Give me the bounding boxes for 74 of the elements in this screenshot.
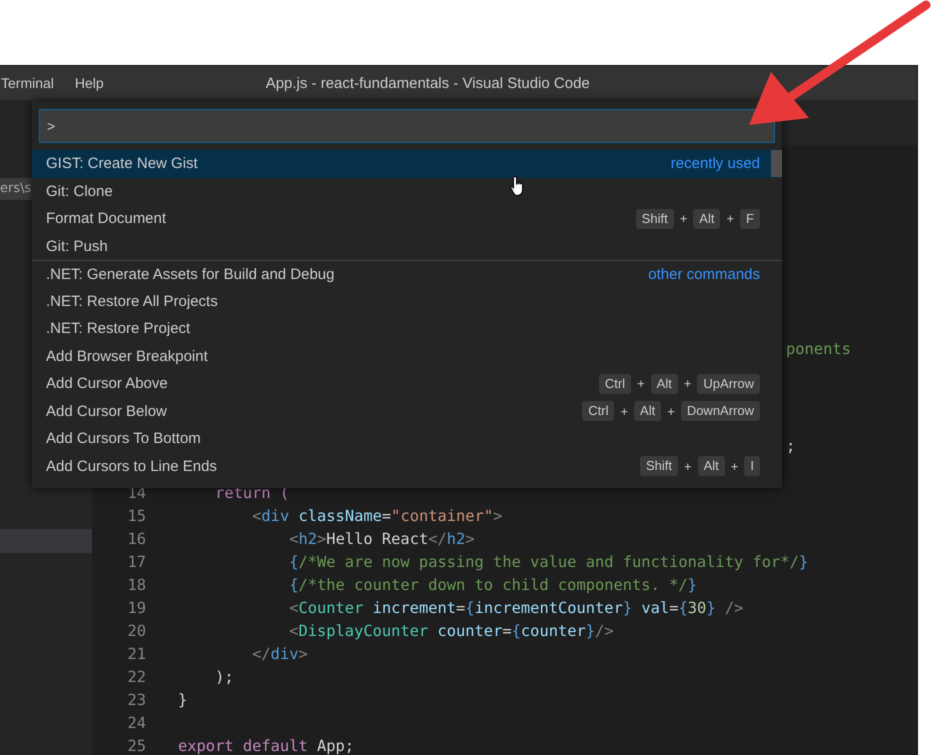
key-badge: Alt	[650, 374, 678, 394]
key-badge: Ctrl	[582, 401, 614, 422]
code-line: {/*We are now passing the value and functionality for*/}	[288, 552, 808, 573]
code-line: );	[214, 667, 234, 688]
line-number: 17	[126, 552, 147, 573]
window-title: App.js - react-fundamentals - Visual Studio Code	[266, 74, 590, 92]
hand-cursor-icon	[510, 175, 526, 197]
command-label: Add Cursor Above	[46, 375, 168, 392]
plus-sign: +	[726, 211, 734, 226]
code-line: }	[178, 690, 188, 711]
key-badge: Shift	[640, 456, 678, 476]
line-number: 23	[126, 690, 147, 711]
command-label: Format Document	[46, 210, 166, 228]
menu-item[interactable]: Terminal	[0, 75, 64, 91]
line-number: 15	[126, 506, 147, 527]
command-label: Add Cursors To Bottom	[46, 430, 201, 448]
code-line: <div className="container">	[251, 506, 502, 527]
code-line: <Counter increment={incrementCounter} val={30} />	[288, 598, 744, 619]
group-label: recently used	[670, 155, 760, 172]
command-label: .NET: Restore Project	[46, 320, 190, 338]
code-line: {/*the counter down to child components. */}	[288, 575, 697, 596]
key-badge: DownArrow	[680, 401, 760, 422]
line-number: 22	[126, 667, 147, 688]
plus-sign: +	[730, 458, 738, 474]
key-badge: I	[744, 456, 760, 476]
command-item[interactable]: GIST: Create New Gist recently used	[32, 150, 782, 178]
command-label: Git: Clone	[46, 182, 113, 200]
command-item[interactable]: .NET: Restore Project	[32, 315, 782, 342]
command-label: Add Cursor Below	[46, 402, 167, 420]
code-line: export default App;	[178, 736, 354, 755]
plus-sign: +	[680, 211, 688, 226]
scrollbar-thumb[interactable]	[771, 150, 782, 177]
command-item[interactable]: Add Cursor Below Ctrl + Alt + DownArrow	[32, 398, 782, 425]
key-badge: Shift	[636, 208, 674, 229]
command-label: .NET: Restore All Projects	[46, 292, 218, 310]
line-number: 16	[126, 529, 147, 550]
line-number: 21	[126, 644, 147, 665]
plus-sign: +	[684, 376, 692, 392]
line-number: 19	[126, 598, 147, 619]
plus-sign: +	[684, 458, 692, 474]
key-badge: Ctrl	[598, 374, 632, 394]
command-item[interactable]: Git: Push	[32, 232, 782, 260]
code-fragment: ponents	[786, 340, 851, 358]
menu-item[interactable]: Help	[74, 75, 114, 91]
code-fragment: ;	[786, 437, 796, 455]
command-label: .NET: Generate Assets for Build and Debug	[46, 266, 334, 283]
group-label: other commands	[648, 266, 760, 283]
plus-sign: +	[637, 376, 645, 392]
key-badge: Alt	[698, 456, 725, 476]
plus-sign: +	[620, 404, 628, 419]
line-number: 20	[126, 621, 147, 642]
command-item[interactable]: .NET: Restore All Projects	[32, 288, 782, 315]
code-line: <DisplayCounter counter={counter}/>	[288, 621, 614, 642]
command-input-field[interactable]: >	[39, 109, 775, 143]
command-label: Add Browser Breakpoint	[46, 348, 208, 365]
plus-sign: +	[667, 404, 675, 419]
key-badge: Alt	[634, 401, 662, 422]
line-number: 18	[126, 575, 147, 596]
command-item[interactable]: .NET: Generate Assets for Build and Debug other commands	[32, 260, 782, 288]
command-label: Add Cursors to Line Ends	[46, 458, 217, 475]
line-number: 24	[126, 713, 147, 734]
key-badge: F	[740, 208, 760, 229]
key-badge: UpArrow	[697, 374, 760, 394]
command-label: GIST: Create New Gist	[46, 155, 198, 172]
code-line: </div>	[251, 644, 308, 665]
command-label: Git: Push	[46, 238, 108, 255]
line-number: 25	[126, 736, 147, 755]
command-item[interactable]: Format Document Shift + Alt + F	[32, 205, 782, 232]
key-badge: Alt	[693, 208, 720, 229]
command-item[interactable]: Add Cursors to Line Ends Shift + Alt + I	[32, 452, 782, 480]
command-item[interactable]: Add Cursor Above Ctrl + Alt + UpArrow	[32, 370, 782, 398]
command-item[interactable]: Add Browser Breakpoint	[32, 342, 782, 370]
command-item[interactable]: Add Cursors To Bottom	[32, 425, 782, 452]
code-line: <h2>Hello React</h2>	[288, 529, 475, 550]
